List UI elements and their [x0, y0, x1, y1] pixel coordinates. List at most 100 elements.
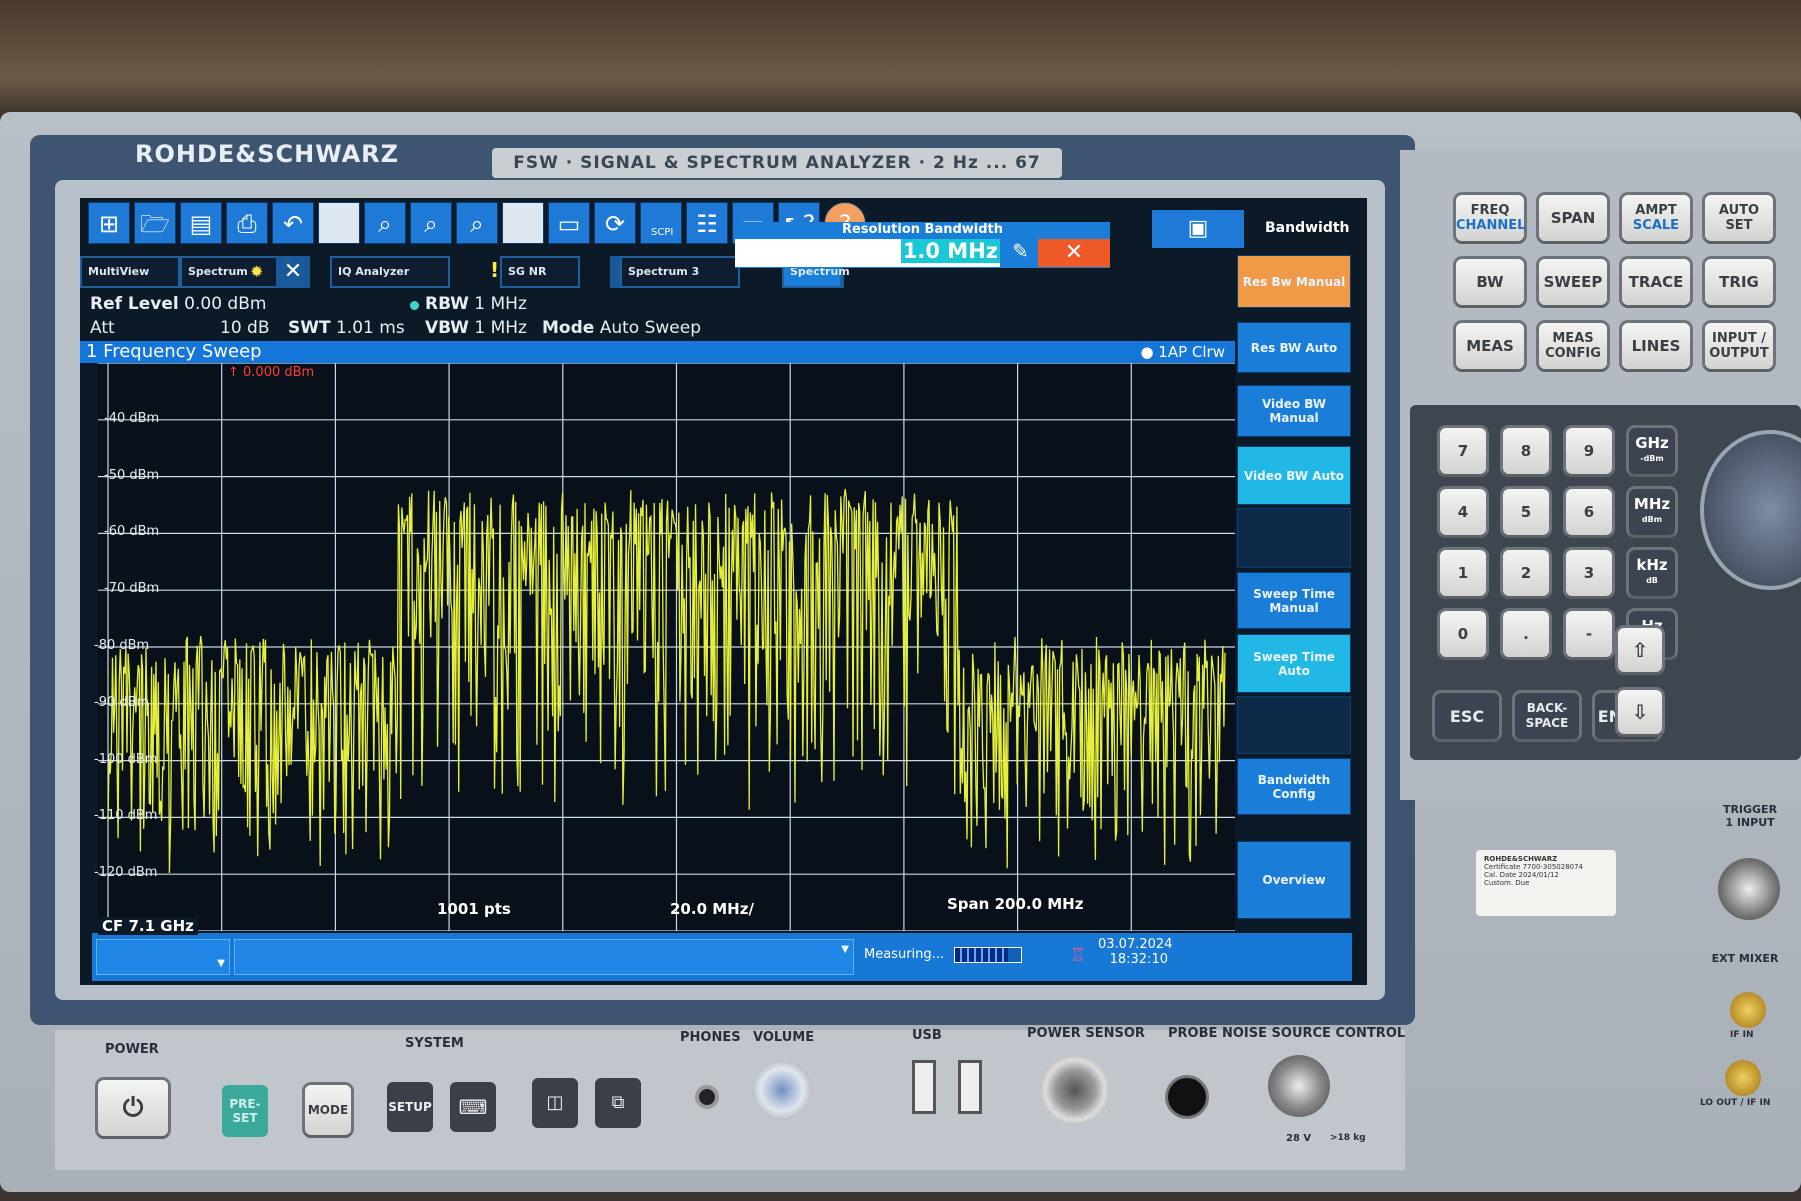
keypad-key-MHz[interactable]: MHz dBm: [1629, 489, 1675, 535]
keypad-key-1[interactable]: 1: [1440, 550, 1486, 596]
key-sweep[interactable]: SWEEP: [1539, 259, 1607, 305]
key-trace[interactable]: TRACE: [1622, 259, 1690, 305]
zoom-off-icon[interactable]: ⌕: [456, 202, 498, 244]
swt-label: SWT: [288, 318, 331, 338]
volume-knob[interactable]: [752, 1060, 812, 1120]
keypad-key-4[interactable]: 4: [1440, 489, 1486, 535]
ref-level: Ref Level 0.00 dBm: [90, 294, 266, 314]
close-icon[interactable]: ✕: [1038, 239, 1110, 267]
preset-button[interactable]: PRE-SET: [222, 1085, 268, 1137]
key-label: 2: [1520, 563, 1532, 582]
pencil-icon[interactable]: ✎: [1003, 239, 1038, 267]
undo-icon[interactable]: ↶: [272, 202, 314, 244]
softkey-res-bw-auto[interactable]: Res BW Auto: [1237, 322, 1351, 373]
if-in-label: IF IN: [1730, 1030, 1754, 1040]
keypad-key--[interactable]: -: [1566, 611, 1612, 657]
key-label: SET: [1725, 218, 1753, 233]
att-value: 10 dB: [220, 318, 270, 338]
power-sensor-connector: [1040, 1055, 1110, 1125]
vbw-label: VBW: [425, 318, 469, 338]
rbw-input[interactable]: 1.0 MHz: [735, 239, 1000, 267]
key-trig[interactable]: TRIG: [1705, 259, 1773, 305]
keypad-key-.[interactable]: .: [1503, 611, 1549, 657]
softkey-video-bw-auto[interactable]: Video BW Auto: [1237, 446, 1351, 505]
arrow-down-key[interactable]: ⇩: [1618, 690, 1662, 734]
key-meas-config[interactable]: MEAS CONFIG: [1539, 323, 1607, 369]
rbw-value: 1 MHz: [474, 294, 527, 314]
tab-multiview[interactable]: MultiView: [80, 256, 180, 288]
scpi-icon[interactable]: SCPI: [640, 202, 682, 244]
window-icon[interactable]: ▭: [548, 202, 590, 244]
tab-close-icon[interactable]: ✕: [276, 256, 310, 288]
key-lines[interactable]: LINES: [1622, 323, 1690, 369]
keypad-key-5[interactable]: 5: [1503, 489, 1549, 535]
blank-icon[interactable]: [318, 202, 360, 244]
spectrum-plot[interactable]: [98, 362, 1246, 932]
softkey-bandwidth-config[interactable]: Bandwidth Config: [1237, 758, 1351, 815]
date: 03.07.2024: [1098, 937, 1173, 952]
tree-icon[interactable]: ☷: [686, 202, 728, 244]
keypad-key-GHz[interactable]: GHz -dBm: [1629, 428, 1675, 474]
softkey-video-bw-manual[interactable]: Video BW Manual: [1237, 385, 1351, 437]
keypad-key-8[interactable]: 8: [1503, 428, 1549, 474]
power-button[interactable]: ⏻: [98, 1080, 168, 1136]
span: Span 200.0 MHz: [947, 895, 1084, 913]
softkey-sweep-time-manual[interactable]: Sweep Time Manual: [1237, 572, 1351, 629]
y-tick-label: -40 dBm: [104, 410, 160, 426]
tab-spectrum[interactable]: Spectrum: [180, 256, 280, 288]
sequencer-icon[interactable]: ⟳: [594, 202, 636, 244]
key-label: INPUT /: [1712, 331, 1766, 346]
dropdown-main[interactable]: ▼: [234, 939, 854, 975]
windows-icon[interactable]: ⊞: [88, 202, 130, 244]
ref-level-value: 0.00 dBm: [184, 294, 267, 314]
key-freq-channel[interactable]: FREQ CHANNEL: [1456, 195, 1525, 241]
mode-button[interactable]: MODE: [305, 1085, 351, 1135]
tab-iq-analyzer[interactable]: IQ Analyzer: [330, 256, 450, 288]
scpi-label: SCPI: [651, 227, 674, 238]
vbw: VBW 1 MHz: [425, 318, 527, 338]
softkey-res-bw-manual[interactable]: Res Bw Manual: [1237, 255, 1351, 308]
keypad-key-2[interactable]: 2: [1503, 550, 1549, 596]
unit-sublabel: -dBm: [1640, 454, 1664, 463]
tab-sg-nr[interactable]: SG NR: [500, 256, 580, 288]
split-screen-icon[interactable]: ◫: [532, 1078, 578, 1128]
key-label: 0: [1457, 624, 1469, 643]
key-input-output[interactable]: INPUT / OUTPUT: [1705, 323, 1773, 369]
arrow-up-key[interactable]: ⇧: [1618, 628, 1662, 672]
key-label: 3: [1583, 563, 1595, 582]
weight-label: >18 kg: [1330, 1133, 1366, 1143]
keypad-key-6[interactable]: 6: [1566, 489, 1612, 535]
key-bw[interactable]: BW: [1456, 259, 1524, 305]
window-switch-icon[interactable]: ⧉: [595, 1078, 641, 1128]
keypad-key-3[interactable]: 3: [1566, 550, 1612, 596]
window-title-bar: 1 Frequency Sweep ● 1AP Clrw: [80, 341, 1235, 363]
key-back-space[interactable]: BACK-SPACE: [1515, 693, 1579, 739]
sticker-cert: Certificate 7700-305028074: [1484, 863, 1584, 871]
save-icon[interactable]: ▤: [180, 202, 222, 244]
open-folder-icon[interactable]: 🗁: [134, 202, 176, 244]
unit-sublabel: dB: [1646, 576, 1658, 585]
blank-icon[interactable]: [502, 202, 544, 244]
softkey-empty[interactable]: [1237, 508, 1351, 568]
keypad-key-kHz[interactable]: kHz dB: [1629, 550, 1675, 596]
camera-icon[interactable]: ▣: [1152, 210, 1244, 248]
key-auto-set[interactable]: AUTO SET: [1705, 195, 1773, 241]
key-ampt-scale[interactable]: AMPT SCALE: [1622, 195, 1690, 241]
keypad-key-7[interactable]: 7: [1440, 428, 1486, 474]
keypad-key-0[interactable]: 0: [1440, 611, 1486, 657]
softkey-empty[interactable]: [1237, 696, 1351, 754]
tab-spectrum-3[interactable]: Spectrum 3: [620, 256, 740, 288]
print-icon[interactable]: ⎙: [226, 202, 268, 244]
zoom-icon[interactable]: ⌕: [364, 202, 406, 244]
dropdown-left[interactable]: ▼: [96, 939, 230, 975]
setup-button[interactable]: SETUP: [387, 1082, 433, 1132]
softkey-overview[interactable]: Overview: [1237, 841, 1351, 919]
key-span[interactable]: SPAN: [1539, 195, 1607, 241]
key-esc[interactable]: ESC: [1435, 693, 1499, 739]
keyboard-icon[interactable]: ⌨: [450, 1082, 496, 1132]
noise-source-label: NOISE SOURCE CONTROL: [1222, 1026, 1406, 1041]
key-meas[interactable]: MEAS: [1456, 323, 1524, 369]
keypad-key-9[interactable]: 9: [1566, 428, 1612, 474]
softkey-sweep-time-auto[interactable]: Sweep Time Auto: [1237, 634, 1351, 693]
multi-zoom-icon[interactable]: ⌕: [410, 202, 452, 244]
